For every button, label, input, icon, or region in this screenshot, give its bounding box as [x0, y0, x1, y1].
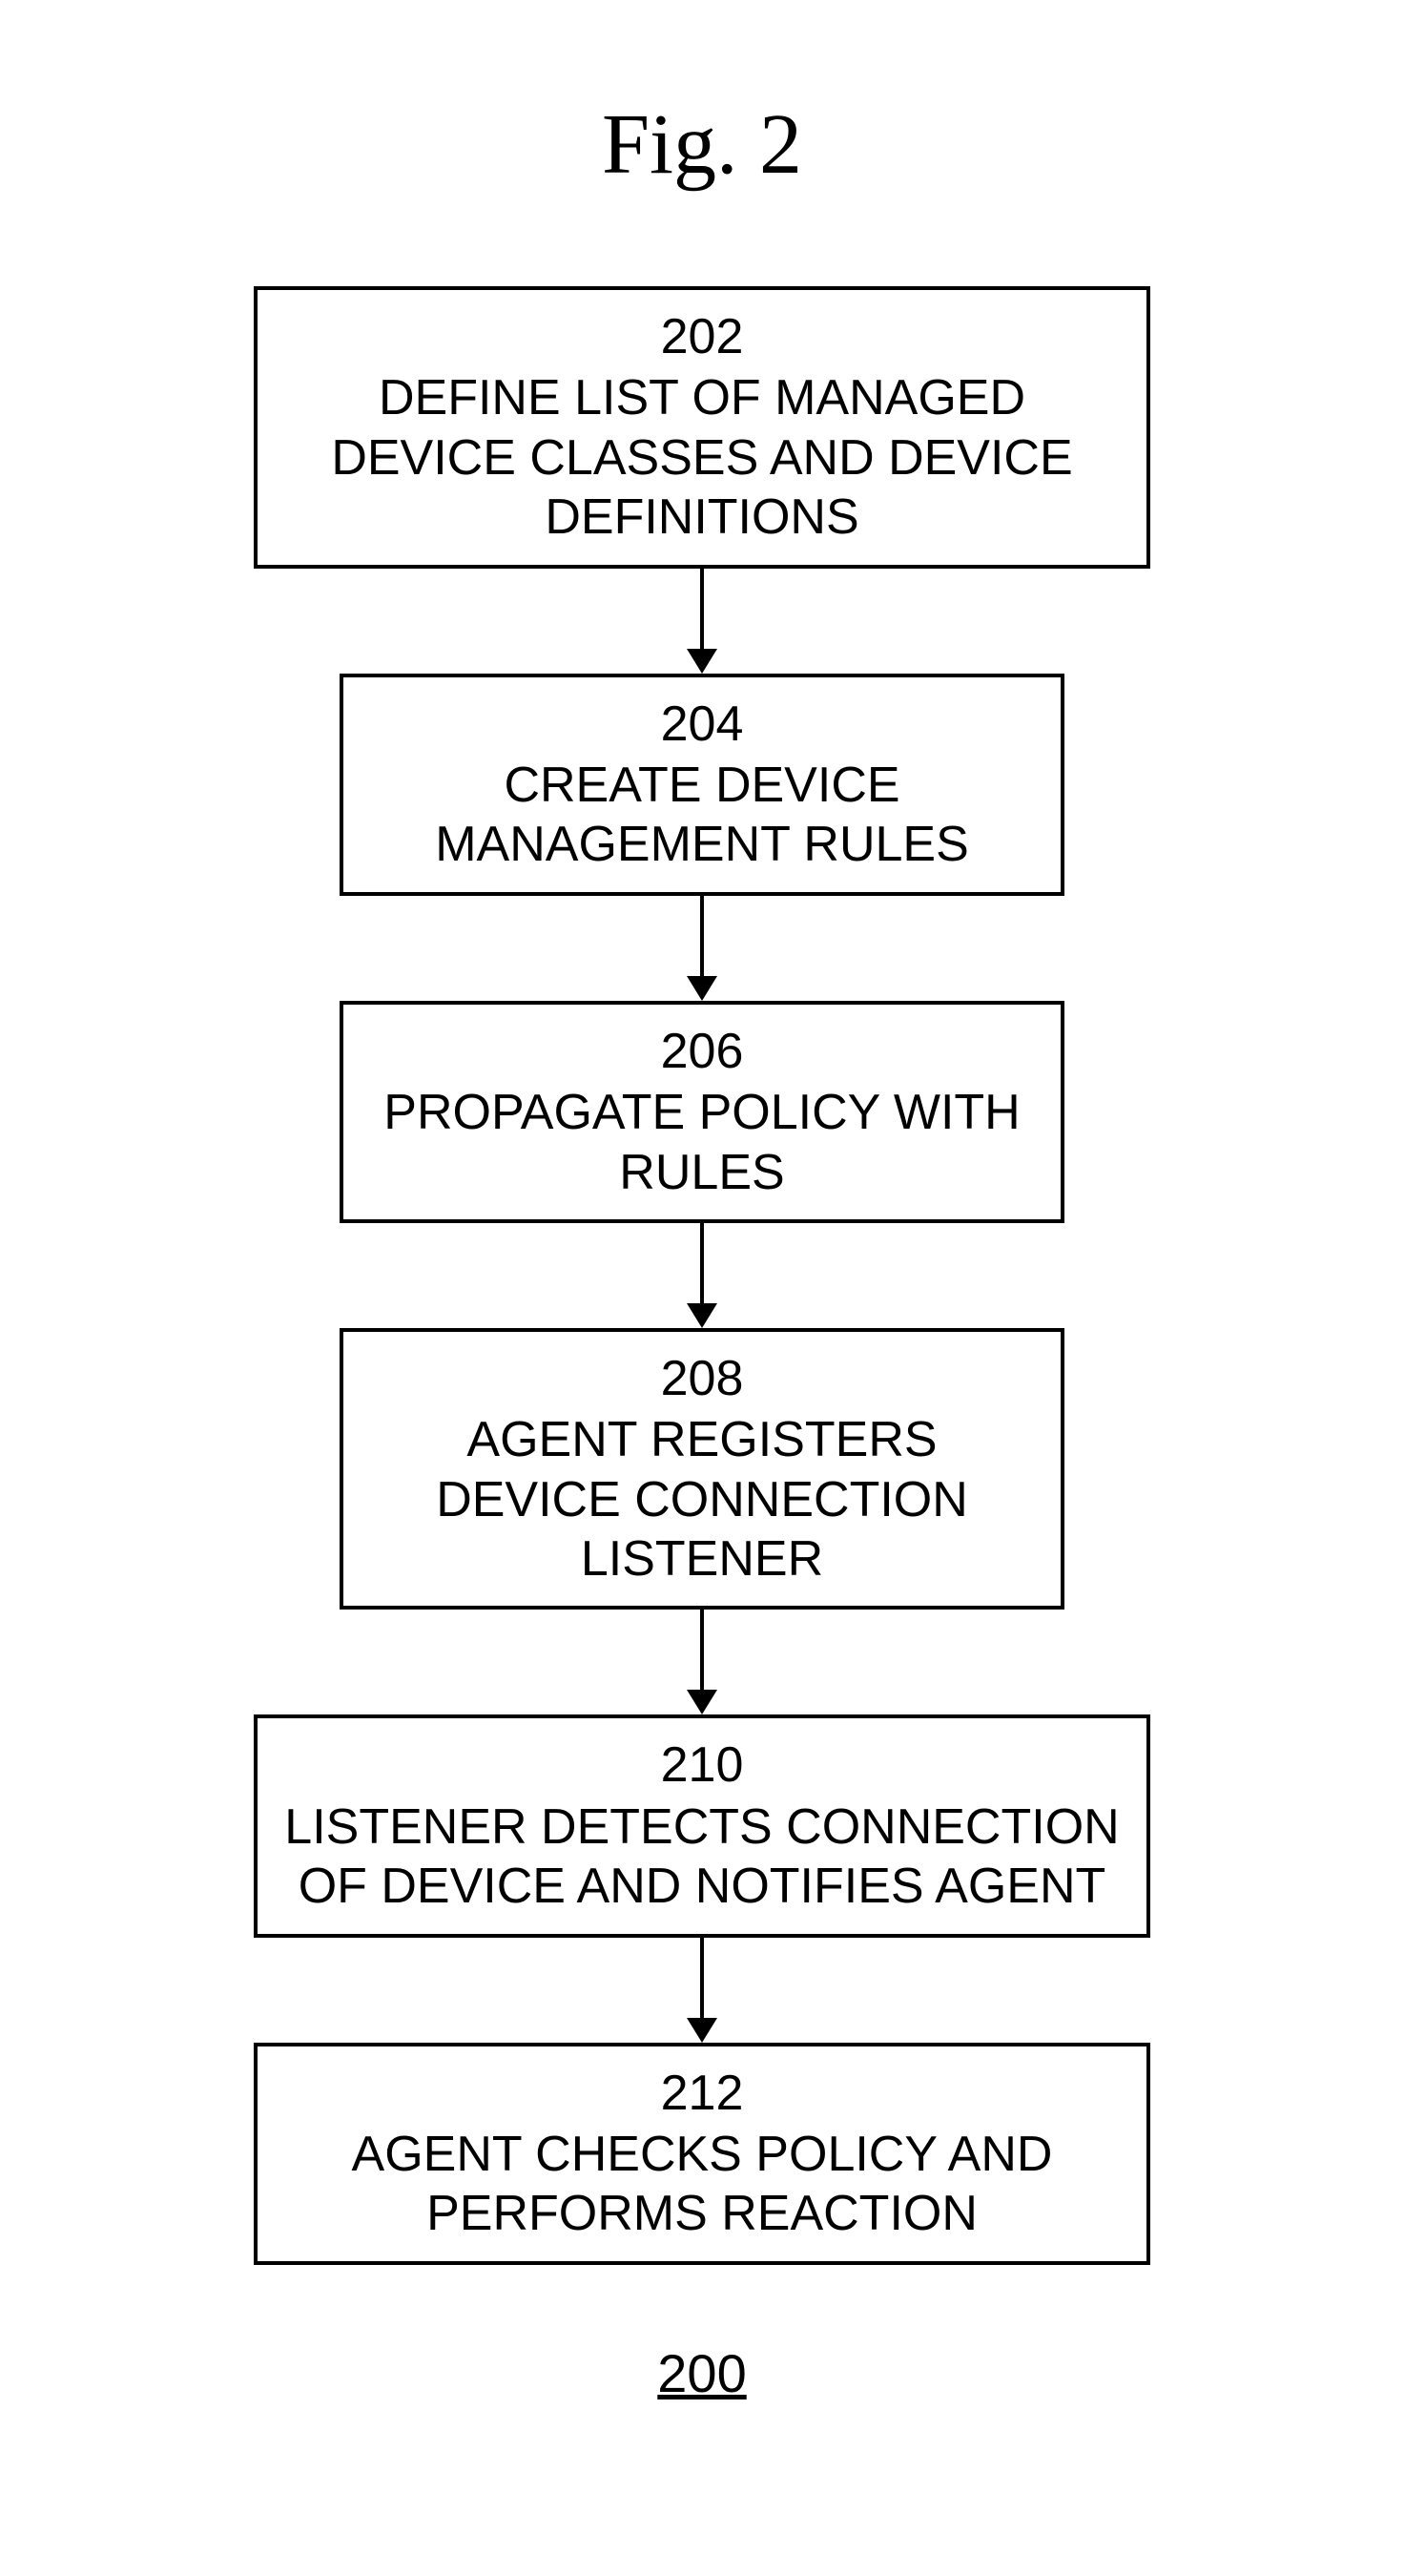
step-text: LISTENER DETECTS CONNECTION OF DEVICE AN… [284, 1799, 1119, 1914]
arrow-icon [687, 1610, 717, 1714]
step-206: 206 PROPAGATE POLICY WITH RULES [340, 1001, 1064, 1223]
step-text: PROPAGATE POLICY WITH RULES [383, 1085, 1020, 1199]
step-number: 212 [284, 2064, 1120, 2123]
step-number: 210 [284, 1735, 1120, 1795]
figure-title: Fig. 2 [0, 95, 1404, 194]
step-text: AGENT CHECKS POLICY AND PERFORMS REACTIO… [352, 2127, 1053, 2241]
step-208: 208 AGENT REGISTERS DEVICE CONNECTION LI… [340, 1328, 1064, 1610]
step-text: CREATE DEVICE MANAGEMENT RULES [435, 758, 969, 872]
arrow-icon [687, 569, 717, 674]
step-202: 202 DEFINE LIST OF MANAGED DEVICE CLASSE… [254, 286, 1150, 569]
flowchart: 202 DEFINE LIST OF MANAGED DEVICE CLASSE… [254, 286, 1150, 2265]
step-text: AGENT REGISTERS DEVICE CONNECTION LISTEN… [436, 1412, 968, 1587]
page: Fig. 2 202 DEFINE LIST OF MANAGED DEVICE… [0, 0, 1404, 2576]
step-number: 202 [284, 307, 1120, 366]
step-number: 206 [370, 1022, 1034, 1081]
step-204: 204 CREATE DEVICE MANAGEMENT RULES [340, 674, 1064, 896]
step-212: 212 AGENT CHECKS POLICY AND PERFORMS REA… [254, 2043, 1150, 2265]
figure-number: 200 [0, 2342, 1404, 2404]
arrow-icon [687, 1938, 717, 2043]
arrow-icon [687, 1223, 717, 1328]
step-210: 210 LISTENER DETECTS CONNECTION OF DEVIC… [254, 1714, 1150, 1937]
step-text: DEFINE LIST OF MANAGED DEVICE CLASSES AN… [331, 370, 1072, 545]
step-number: 204 [370, 695, 1034, 754]
step-number: 208 [370, 1349, 1034, 1408]
arrow-icon [687, 896, 717, 1001]
